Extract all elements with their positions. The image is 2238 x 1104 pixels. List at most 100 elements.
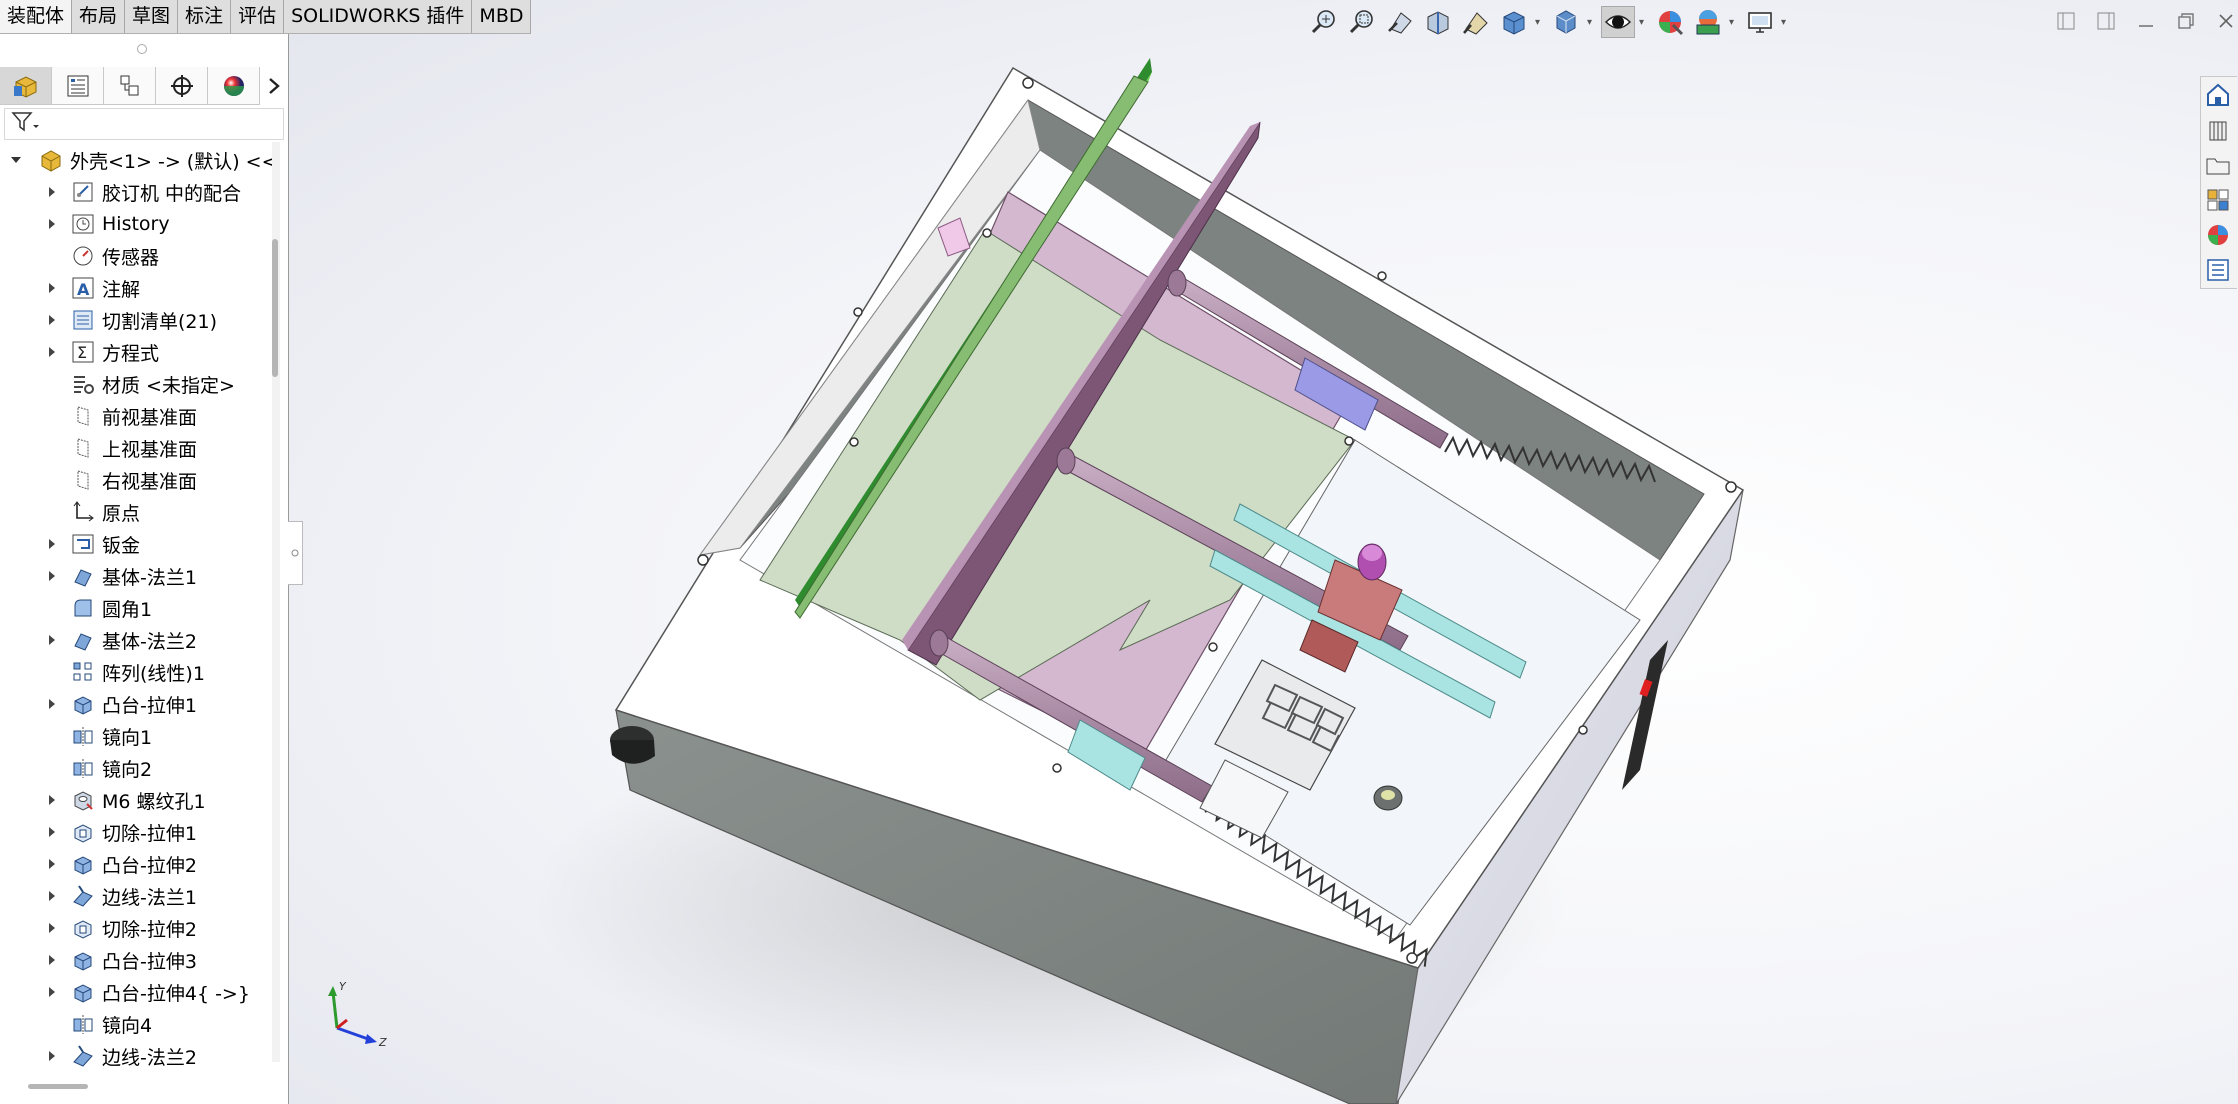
tab-assembly[interactable]: 装配体 xyxy=(0,0,73,33)
expand-caret-icon[interactable] xyxy=(46,826,58,838)
expand-caret-icon[interactable] xyxy=(46,186,58,198)
tree-item-label: 凸台-拉伸3 xyxy=(102,950,197,973)
hide-show-icon[interactable] xyxy=(1601,6,1635,38)
tree-item[interactable]: History xyxy=(0,208,270,240)
expand-caret-icon[interactable] xyxy=(46,698,58,710)
tree-item[interactable]: 镜向2 xyxy=(0,752,270,784)
zoom-to-area-icon[interactable] xyxy=(1345,6,1379,38)
tab-mbd[interactable]: MBD xyxy=(472,0,532,33)
tab-solidworks-addins[interactable]: SOLIDWORKS 插件 xyxy=(284,0,473,33)
tree-item[interactable]: 切割清单(21) xyxy=(0,304,270,336)
display-style-icon[interactable] xyxy=(1549,6,1583,38)
chevron-down-icon[interactable]: ▾ xyxy=(1535,17,1545,28)
tree-item[interactable]: 上视基准面 xyxy=(0,432,270,464)
tree-item[interactable]: 材质 <未指定> xyxy=(0,368,270,400)
file-explorer-icon[interactable] xyxy=(2201,149,2235,181)
expand-caret-icon[interactable] xyxy=(46,634,58,646)
tree-vertical-scroll-thumb[interactable] xyxy=(272,239,278,377)
expand-caret-icon[interactable] xyxy=(46,890,58,902)
solidworks-resources-icon[interactable] xyxy=(2201,79,2235,111)
tab-markup[interactable]: 标注 xyxy=(178,0,232,33)
tree-item[interactable]: 原点 xyxy=(0,496,270,528)
design-library-icon[interactable] xyxy=(2201,114,2235,146)
tree-item[interactable]: 凸台-拉伸3 xyxy=(0,944,270,976)
view-palette-icon[interactable] xyxy=(2201,184,2235,216)
tree-item[interactable]: 圆角1 xyxy=(0,592,270,624)
tree-item[interactable]: 前视基准面 xyxy=(0,400,270,432)
equation-icon: Σ xyxy=(70,339,96,365)
tab-sketch[interactable]: 草图 xyxy=(125,0,179,33)
tree-item[interactable]: 凸台-拉伸1 xyxy=(0,688,270,720)
restore-icon[interactable] xyxy=(2171,6,2201,36)
configuration-manager-icon[interactable] xyxy=(104,67,156,105)
tree-item-label: 圆角1 xyxy=(102,598,153,621)
expand-caret-icon[interactable] xyxy=(46,922,58,934)
tree-item[interactable]: 凸台-拉伸2 xyxy=(0,848,270,880)
appearances-scenes-icon[interactable] xyxy=(2201,219,2235,251)
tree-item[interactable]: 胶订机 中的配合 xyxy=(0,176,270,208)
caret-spacer xyxy=(46,602,58,614)
tile-right-icon[interactable] xyxy=(2091,6,2121,36)
chevron-down-icon[interactable]: ▾ xyxy=(1781,17,1791,28)
expand-caret-icon[interactable] xyxy=(46,986,58,998)
zoom-to-fit-icon[interactable] xyxy=(1307,6,1341,38)
view-orientation-icon[interactable] xyxy=(1497,6,1531,38)
tree-item[interactable]: A 注解 xyxy=(0,272,270,304)
chevron-down-icon[interactable]: ▾ xyxy=(1639,17,1649,28)
tree-item[interactable]: Σ 方程式 xyxy=(0,336,270,368)
chevron-down-icon[interactable]: ▾ xyxy=(1587,17,1597,28)
previous-view-icon[interactable] xyxy=(1383,6,1417,38)
tab-evaluate[interactable]: 评估 xyxy=(231,0,285,33)
tree-item[interactable]: 边线-法兰1 xyxy=(0,880,270,912)
expand-caret-icon[interactable] xyxy=(46,570,58,582)
edit-appearance-icon[interactable] xyxy=(1653,6,1687,38)
expand-caret-icon[interactable] xyxy=(46,218,58,230)
tree-item[interactable]: 基体-法兰2 xyxy=(0,624,270,656)
tree-root[interactable]: 外壳<1> -> (默认) <<​ xyxy=(0,144,278,176)
panel-tabs-more-icon[interactable] xyxy=(260,67,288,105)
tree-item[interactable]: 基体-法兰1 xyxy=(0,560,270,592)
tree-item[interactable]: 切除-拉伸1 xyxy=(0,816,270,848)
expand-caret-icon[interactable] xyxy=(46,858,58,870)
tree-item[interactable]: 传感器 xyxy=(0,240,270,272)
expand-caret-icon[interactable] xyxy=(46,346,58,358)
minimize-icon[interactable] xyxy=(2131,6,2161,36)
property-manager-icon[interactable] xyxy=(52,67,104,105)
view-settings-icon[interactable] xyxy=(1743,6,1777,38)
chevron-down-icon[interactable]: ▾ xyxy=(1729,17,1739,28)
assembly-model[interactable] xyxy=(289,0,2238,1104)
tree-item[interactable]: 镜向4 xyxy=(0,1008,270,1040)
tile-left-icon[interactable] xyxy=(2051,6,2081,36)
panel-splitter-handle[interactable] xyxy=(288,521,303,585)
tree-item[interactable]: 阵列(线性)1 xyxy=(0,656,270,688)
expand-caret-icon[interactable] xyxy=(46,954,58,966)
custom-properties-icon[interactable] xyxy=(2201,254,2235,286)
dimxpert-icon[interactable] xyxy=(156,67,208,105)
filter-icon[interactable] xyxy=(11,111,41,138)
feature-manager-icon[interactable] xyxy=(0,67,52,105)
tree-item[interactable]: 边线-法兰2 xyxy=(0,1040,270,1072)
tree-item[interactable]: 钣金 xyxy=(0,528,270,560)
expand-caret-icon[interactable] xyxy=(46,538,58,550)
graphics-area[interactable]: ▾ ▾ ▾ ▾ ▾ Y Z xyxy=(289,0,2238,1104)
tree-item[interactable]: 镜向1 xyxy=(0,720,270,752)
expand-caret-icon[interactable] xyxy=(46,794,58,806)
tree-horizontal-scroll-thumb[interactable] xyxy=(28,1084,88,1089)
expand-caret-icon[interactable] xyxy=(10,154,22,166)
close-icon[interactable] xyxy=(2211,6,2238,36)
apply-scene-icon[interactable] xyxy=(1691,6,1725,38)
tab-layout[interactable]: 布局 xyxy=(72,0,126,33)
display-manager-icon[interactable] xyxy=(208,67,260,105)
tree-item[interactable]: 右视基准面 xyxy=(0,464,270,496)
panel-grip[interactable] xyxy=(137,44,147,54)
expand-caret-icon[interactable] xyxy=(46,314,58,326)
section-view-icon[interactable] xyxy=(1421,6,1455,38)
expand-caret-icon[interactable] xyxy=(46,282,58,294)
expand-caret-icon[interactable] xyxy=(46,1050,58,1062)
dynamic-annotation-icon[interactable] xyxy=(1459,6,1493,38)
tree-item[interactable]: 切除-拉伸2 xyxy=(0,912,270,944)
tree-item[interactable]: M6 螺纹孔1 xyxy=(0,784,270,816)
tree-item[interactable]: 凸台-拉伸4{ ->} xyxy=(0,976,270,1008)
edge-flange-icon xyxy=(70,883,96,909)
feature-tree-filter[interactable] xyxy=(4,108,284,140)
